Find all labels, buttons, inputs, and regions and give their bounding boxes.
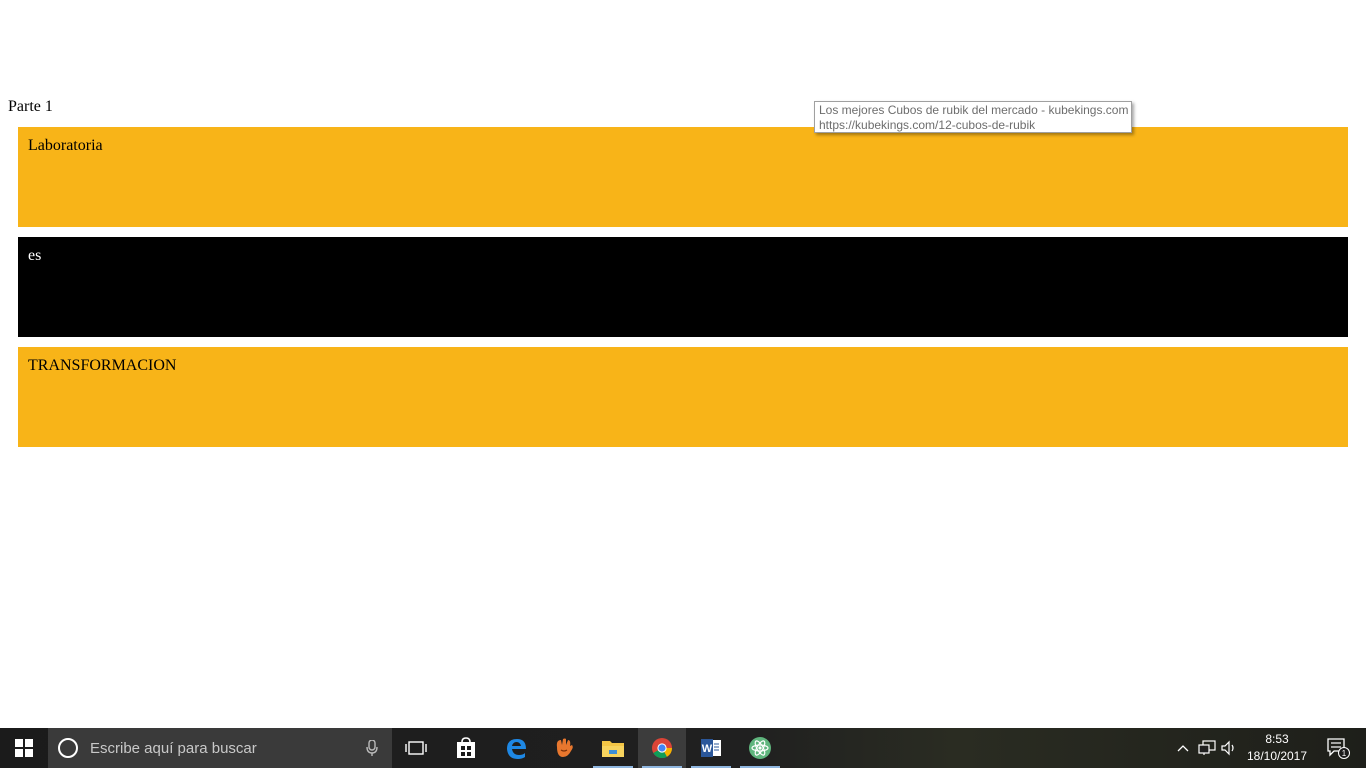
block-laboratoria: Laboratoria <box>18 127 1348 227</box>
search-placeholder: Escribe aquí para buscar <box>90 739 257 757</box>
clock-time: 8:53 <box>1265 732 1289 746</box>
notification-count: 1 <box>1342 749 1347 758</box>
chrome-button[interactable] <box>638 728 686 768</box>
chrome-icon <box>652 738 673 759</box>
atom-icon <box>749 737 771 759</box>
word-button[interactable]: W <box>687 728 735 768</box>
search-box[interactable]: Escribe aquí para buscar <box>48 728 392 768</box>
file-explorer-button[interactable] <box>589 728 637 768</box>
edge-button[interactable] <box>492 728 540 768</box>
notification-icon: 1 <box>1327 738 1350 759</box>
block-es: es <box>18 237 1348 337</box>
clock-date: 18/10/2017 <box>1246 749 1308 763</box>
cortana-icon <box>58 738 78 758</box>
action-center-button[interactable]: 1 <box>1318 728 1358 768</box>
link-tooltip: Los mejores Cubos de rubik del mercado -… <box>814 101 1132 133</box>
block-text: TRANSFORMACION <box>28 357 177 374</box>
block-text: es <box>28 247 42 264</box>
block-text: Laboratoria <box>28 137 103 154</box>
volume-button[interactable] <box>1219 728 1241 768</box>
page-heading: Parte 1 <box>8 98 53 115</box>
store-button[interactable] <box>442 728 490 768</box>
task-view-icon <box>405 741 427 755</box>
volume-icon <box>1221 740 1234 756</box>
atom-button[interactable] <box>736 728 784 768</box>
taskbar: Escribe aquí para buscar W 8:53 18/10/20… <box>0 728 1366 768</box>
task-view-button[interactable] <box>392 728 440 768</box>
word-icon: W <box>701 739 721 757</box>
mitt-app-button[interactable] <box>540 728 588 768</box>
start-button[interactable] <box>0 728 48 768</box>
svg-text:W: W <box>702 743 713 755</box>
show-hidden-icons-button[interactable] <box>1172 728 1194 768</box>
mitt-app-icon <box>556 738 573 757</box>
microphone-icon[interactable] <box>366 740 378 756</box>
network-button[interactable] <box>1195 728 1219 768</box>
clock[interactable]: 8:53 18/10/2017 <box>1244 728 1310 768</box>
windows-icon <box>15 739 33 757</box>
store-icon <box>457 737 475 758</box>
block-transformacion: TRANSFORMACION <box>18 347 1348 447</box>
edge-icon <box>507 739 526 759</box>
tooltip-title: Los mejores Cubos de rubik del mercado -… <box>819 103 1129 117</box>
network-icon <box>1198 740 1216 755</box>
file-explorer-icon <box>602 741 624 757</box>
chevron-up-icon <box>1177 745 1189 752</box>
tooltip-url: https://kubekings.com/12-cubos-de-rubik <box>819 118 1036 132</box>
